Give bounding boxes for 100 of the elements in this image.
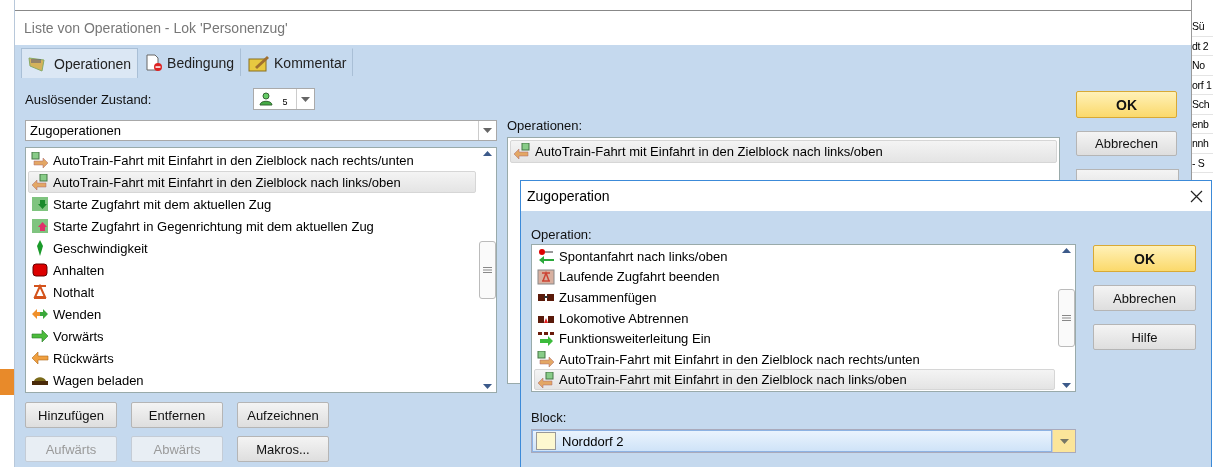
list-item[interactable]: Laufende Zugfahrt beenden [534,266,1055,288]
item-label: Funktionsweiterleitung Ein [559,331,711,347]
item-label: Spontanfahrt nach links/oben [559,248,728,264]
dialog-title: Zugoperation [527,188,610,204]
list-item[interactable]: Zusammenfügen [534,287,1055,308]
category-dropdown[interactable]: Zugoperationen [25,120,497,141]
tab-label: Bedingung [167,54,234,71]
dialog-button[interactable]: OK [1093,245,1196,272]
scroll-up-arrow-icon[interactable] [1061,248,1071,253]
item-label: AutoTrain-Fahrt mit Einfahrt in den Zielblock nach rechts/unten [53,152,414,168]
list-item[interactable]: AutoTrain-Fahrt mit Einfahrt in den Zielblock nach rechts/unten [534,348,1055,370]
notepad-pencil-icon [248,53,270,72]
list-item[interactable]: AutoTrain-Fahrt mit Einfahrt in den Zielblock nach links/oben [28,171,476,193]
scrollbar-thumb[interactable] [478,241,496,299]
item-label: Wagen beladen [53,372,144,388]
background-row-text: Sü [1192,17,1213,37]
caret-icon[interactable] [483,128,492,133]
operations-label: Operationen: [507,118,584,133]
train-start-icon [31,196,49,212]
grip-icon [1061,315,1071,321]
list-item[interactable]: AutoTrain-Fahrt mit Einfahrt in den Zielblock nach links/oben [510,140,1057,163]
grip-icon [482,267,492,273]
background-row-text: nnh [1192,134,1213,154]
right-arrow-icon [31,328,49,344]
left-arrow-icon [31,350,49,366]
background-row-text: dt 2 [1192,36,1213,56]
signal-arrow-icon [537,248,555,265]
badge-arrow-icon [31,174,49,190]
list-button[interactable]: Hinzufügen [25,402,117,428]
list-item[interactable]: Geschwindigkeit [28,237,476,259]
state-number: 5 [282,97,288,107]
background-row-text: enb [1192,114,1213,134]
item-label: Nothalt [53,284,95,300]
ok-button[interactable]: OK [1076,91,1177,118]
tab[interactable]: Operationen [21,48,139,78]
dialog-button[interactable]: Hilfe [1093,324,1196,350]
list-item[interactable]: Starte Zugfahrt in Gegenrichtung mit dem aktuellen Zug [28,215,476,237]
block-label: Block: [531,410,568,425]
tab[interactable]: Bedingung [138,48,241,76]
item-label: Zusammenfügen [559,289,657,305]
item-label: Anhalten [53,262,105,278]
train-reverse-icon [31,218,49,234]
tab[interactable]: Kommentar [241,48,354,76]
item-label: Starte Zugfahrt mit dem aktuellen Zug [53,196,272,212]
list-item[interactable]: Starte Zugfahrt mit dem aktuellen Zug [28,193,476,215]
item-label: Wenden [53,306,102,322]
document-stop-icon [145,53,164,72]
background-row-text: Sch [1192,95,1213,115]
block-dropdown[interactable]: Norddorf 2 [531,429,1076,453]
list-item[interactable]: Vorwärts [28,325,476,347]
block-value: Norddorf 2 [562,433,624,449]
caret-icon[interactable] [301,96,311,102]
dialog-button[interactable]: Abbrechen [1093,285,1196,311]
end-run-icon [537,268,555,285]
background-row-text: - S [1192,153,1213,173]
list-item[interactable]: Lokomotive Abtrennen [534,307,1055,329]
item-label: Starte Zugfahrt in Gegenrichtung mit dem aktuellen Zug [53,218,374,234]
tab-label: Operationen [54,55,132,72]
window-title: Liste von Operationen - Lok 'Personenzug' [24,20,288,36]
double-arrow-icon [31,306,49,322]
list-item[interactable]: AutoTrain-Fahrt mit Einfahrt in den Zielblock nach rechts/unten [28,149,476,171]
list-button[interactable]: Entfernen [131,402,223,428]
item-label: AutoTrain-Fahrt mit Einfahrt in den Zielblock nach links/oben [53,174,401,190]
item-label: AutoTrain-Fahrt mit Einfahrt in den Zielblock nach rechts/unten [559,351,920,367]
item-label: AutoTrain-Fahrt mit Einfahrt in den Zielblock nach links/oben [559,372,907,388]
scroll-up-arrow-icon[interactable] [482,151,492,156]
caret-icon[interactable] [1059,438,1069,444]
block-swatch [536,432,556,450]
trigger-dropdown[interactable]: 5 [253,88,316,110]
item-label: Rückwärts [53,350,114,366]
scrollbar-thumb[interactable] [1057,289,1075,347]
caret-icon[interactable] [1061,383,1071,388]
badge-arrow-icon [513,143,531,160]
item-label: Geschwindigkeit [53,240,148,256]
item-label: Lokomotive Abtrennen [559,310,689,326]
background-row-text: No [1192,56,1213,76]
list-item[interactable]: Rückwärts [28,347,476,369]
list-item[interactable]: AutoTrain-Fahrt mit Einfahrt in den Zielblock nach links/oben [534,369,1055,391]
list-item[interactable]: Wagen beladen [28,369,476,391]
close-icon[interactable] [1190,189,1203,203]
item-label: Vorwärts [53,328,104,344]
caret-icon[interactable] [482,384,492,389]
function-arrow-icon [537,330,555,347]
list-button[interactable]: Makros... [237,436,329,462]
list-item[interactable]: Funktionsweiterleitung Ein [534,328,1055,349]
stop-icon [31,262,49,278]
item-label: Laufende Zugfahrt beenden [559,269,720,285]
badge-arrow-icon [537,371,555,388]
list-item[interactable]: Wenden [28,303,476,325]
operation-label: Operation: [531,227,593,242]
person-icon [259,92,274,106]
badge-arrow-icon [537,351,555,368]
list-item[interactable]: Spontanfahrt nach links/oben [534,246,1055,267]
list-item[interactable]: Anhalten [28,259,476,281]
tab-label: Kommentar [274,54,347,71]
list-button[interactable]: Aufzeichnen [237,402,329,428]
list-item[interactable]: Nothalt [28,281,476,303]
cancel-button[interactable]: Abbrechen [1076,131,1177,156]
item-label: AutoTrain-Fahrt mit Einfahrt in den Zielblock nach links/oben [535,143,883,159]
badge-arrow-icon [31,152,49,168]
